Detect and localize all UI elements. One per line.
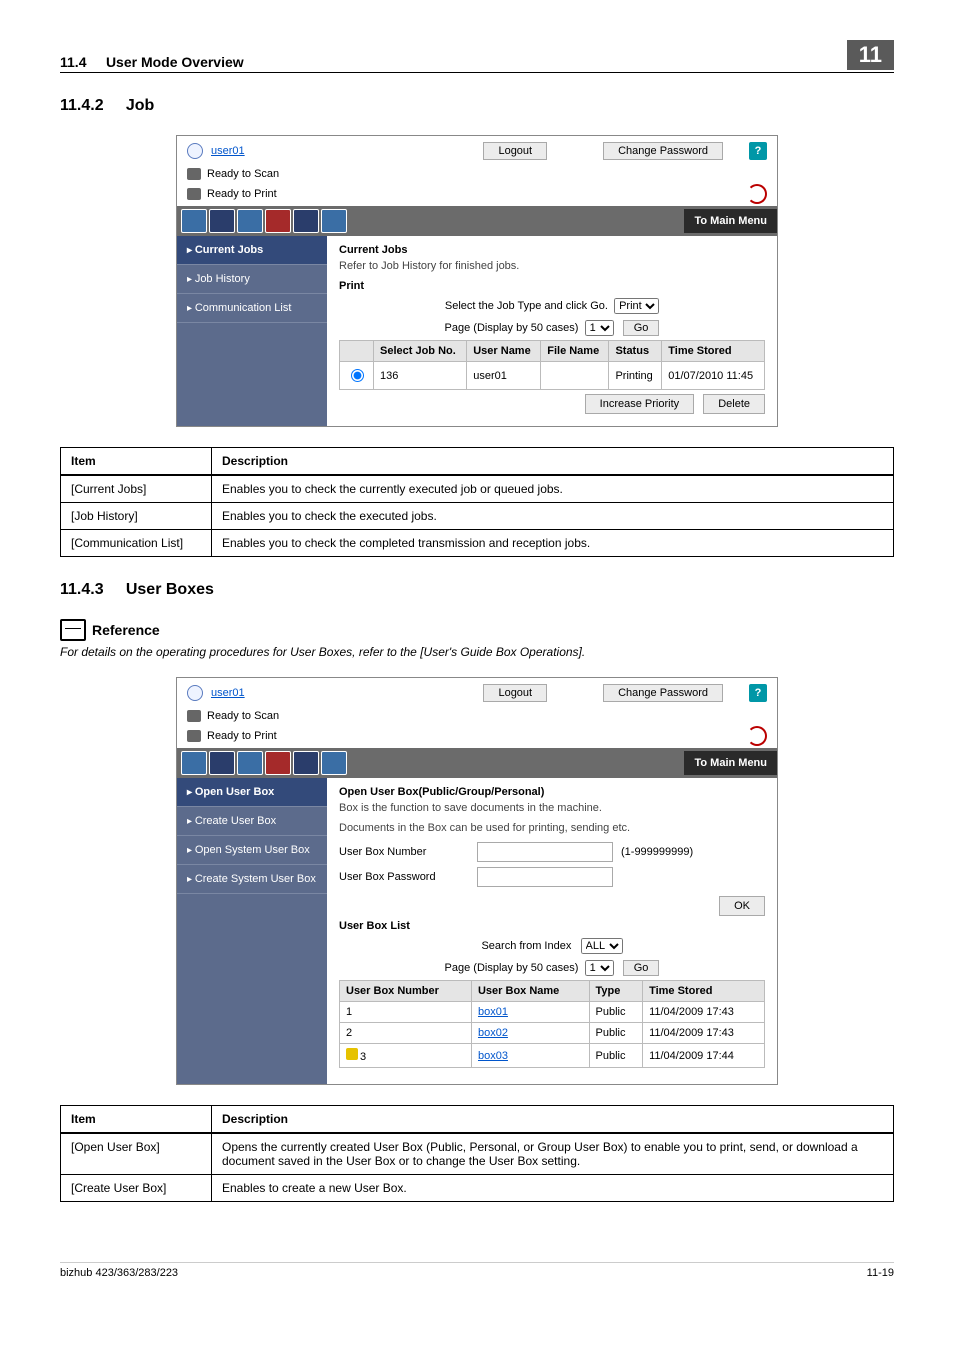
sidebar-item-open-system-user-box[interactable]: Open System User Box bbox=[177, 836, 327, 865]
jobs-table: Select Job No. User Name File Name Statu… bbox=[339, 340, 765, 390]
tab-icon[interactable] bbox=[237, 209, 263, 233]
user-icon bbox=[187, 143, 203, 159]
user-link[interactable]: user01 bbox=[211, 687, 245, 699]
print-label: Print bbox=[339, 280, 765, 292]
section-title: User Mode Overview bbox=[106, 54, 244, 70]
col bbox=[340, 341, 374, 362]
user-icon bbox=[187, 685, 203, 701]
printer-icon bbox=[187, 188, 201, 200]
tab-icon[interactable] bbox=[265, 751, 291, 775]
delete-button[interactable]: Delete bbox=[703, 394, 765, 414]
change-password-button[interactable]: Change Password bbox=[603, 142, 723, 160]
job-screenshot: user01 Logout Change Password ? Ready to… bbox=[176, 135, 778, 427]
tab-icon[interactable] bbox=[293, 751, 319, 775]
box-link[interactable]: box01 bbox=[478, 1006, 508, 1018]
sidebar-item-open-user-box[interactable]: Open User Box bbox=[177, 778, 327, 807]
page-label: Page (Display by 50 cases) bbox=[445, 322, 579, 334]
col: File Name bbox=[541, 341, 609, 362]
ready-scan: Ready to Scan bbox=[207, 168, 279, 180]
ok-button[interactable]: OK bbox=[719, 896, 765, 916]
col: Time Stored bbox=[662, 341, 765, 362]
sidebar-item-comm-list[interactable]: Communication List bbox=[177, 294, 327, 323]
col: Status bbox=[609, 341, 662, 362]
logout-button[interactable]: Logout bbox=[483, 142, 547, 160]
sidebar: Current Jobs Job History Communication L… bbox=[177, 236, 327, 426]
box-password-label: User Box Password bbox=[339, 871, 469, 883]
tab-icon[interactable] bbox=[209, 751, 235, 775]
chapter-badge: 11 bbox=[847, 40, 894, 70]
sec2-title: User Boxes bbox=[126, 581, 214, 598]
refresh-icon[interactable] bbox=[747, 726, 767, 746]
sec2-num: 11.4.3 bbox=[60, 581, 104, 598]
search-index-select[interactable]: ALL bbox=[581, 938, 623, 954]
tab-icon[interactable] bbox=[321, 209, 347, 233]
table-row[interactable]: 136 user01 Printing 01/07/2010 11:45 bbox=[340, 362, 765, 390]
table-row[interactable]: 1box01Public11/04/2009 17:43 bbox=[340, 1002, 765, 1023]
userbox-desc-table: ItemDescription [Open User Box]Opens the… bbox=[60, 1105, 894, 1202]
tab-icon[interactable] bbox=[321, 751, 347, 775]
tab-icon[interactable] bbox=[181, 209, 207, 233]
help-icon[interactable]: ? bbox=[749, 684, 767, 702]
userbox-screenshot: user01 Logout Change Password ? Ready to… bbox=[176, 677, 778, 1085]
sidebar-item-create-user-box[interactable]: Create User Box bbox=[177, 807, 327, 836]
help-icon[interactable]: ? bbox=[749, 142, 767, 160]
job-radio[interactable] bbox=[351, 369, 364, 382]
scanner-icon bbox=[187, 710, 201, 722]
tab-icon[interactable] bbox=[293, 209, 319, 233]
to-main-menu[interactable]: To Main Menu bbox=[684, 209, 777, 233]
table-row[interactable]: 3box03Public11/04/2009 17:44 bbox=[340, 1044, 765, 1068]
refresh-icon[interactable] bbox=[747, 184, 767, 204]
user-link[interactable]: user01 bbox=[211, 145, 245, 157]
sec1-title: Job bbox=[126, 97, 154, 114]
instruction: Documents in the Box can be used for pri… bbox=[339, 822, 765, 834]
tab-icon[interactable] bbox=[209, 209, 235, 233]
job-type-select[interactable]: Print bbox=[614, 298, 659, 314]
job-desc-table: ItemDescription [Current Jobs]Enables yo… bbox=[60, 447, 894, 557]
box-password-input[interactable] bbox=[477, 867, 613, 887]
table-row[interactable]: 2box02Public11/04/2009 17:43 bbox=[340, 1023, 765, 1044]
sidebar-item-current-jobs[interactable]: Current Jobs bbox=[177, 236, 327, 265]
tab-icon[interactable] bbox=[181, 751, 207, 775]
to-main-menu[interactable]: To Main Menu bbox=[684, 751, 777, 775]
page-select[interactable]: 1 bbox=[585, 320, 614, 336]
page-select[interactable]: 1 bbox=[585, 960, 614, 976]
section-no: 11.4 bbox=[60, 54, 86, 70]
search-label: Search from Index bbox=[481, 940, 571, 952]
printer-icon bbox=[187, 730, 201, 742]
box-link[interactable]: box02 bbox=[478, 1027, 508, 1039]
sec1-num: 11.4.2 bbox=[60, 97, 104, 114]
select-type-label: Select the Job Type and click Go. bbox=[445, 300, 608, 312]
list-title: User Box List bbox=[339, 920, 765, 932]
scanner-icon bbox=[187, 168, 201, 180]
go-button[interactable]: Go bbox=[623, 960, 660, 976]
reference-label: Reference bbox=[92, 622, 160, 638]
sidebar-item-job-history[interactable]: Job History bbox=[177, 265, 327, 294]
logout-button[interactable]: Logout bbox=[483, 684, 547, 702]
box-link[interactable]: box03 bbox=[478, 1050, 508, 1062]
reference-text: For details on the operating procedures … bbox=[60, 645, 894, 659]
panel-title: Open User Box(Public/Group/Personal) bbox=[339, 786, 765, 798]
tab-icon[interactable] bbox=[237, 751, 263, 775]
instruction: Box is the function to save documents in… bbox=[339, 802, 765, 814]
page-label: Page (Display by 50 cases) bbox=[445, 962, 579, 974]
box-number-hint: (1-999999999) bbox=[621, 846, 693, 858]
panel-instruction: Refer to Job History for finished jobs. bbox=[339, 260, 765, 272]
footer-model: bizhub 423/363/283/223 bbox=[60, 1267, 178, 1279]
sidebar-item-create-system-user-box[interactable]: Create System User Box bbox=[177, 865, 327, 894]
footer-page: 11-19 bbox=[867, 1267, 894, 1279]
col: Select Job No. bbox=[374, 341, 467, 362]
box-number-input[interactable] bbox=[477, 842, 613, 862]
col: User Name bbox=[467, 341, 541, 362]
go-button[interactable]: Go bbox=[623, 320, 660, 336]
box-table: User Box Number User Box Name Type Time … bbox=[339, 980, 765, 1068]
reference-icon bbox=[60, 619, 86, 641]
ready-print: Ready to Print bbox=[207, 188, 277, 200]
panel-title: Current Jobs bbox=[339, 244, 765, 256]
lock-icon bbox=[346, 1048, 358, 1060]
increase-priority-button[interactable]: Increase Priority bbox=[585, 394, 694, 414]
change-password-button[interactable]: Change Password bbox=[603, 684, 723, 702]
tab-icon[interactable] bbox=[265, 209, 291, 233]
box-number-label: User Box Number bbox=[339, 846, 469, 858]
sidebar: Open User Box Create User Box Open Syste… bbox=[177, 778, 327, 1084]
